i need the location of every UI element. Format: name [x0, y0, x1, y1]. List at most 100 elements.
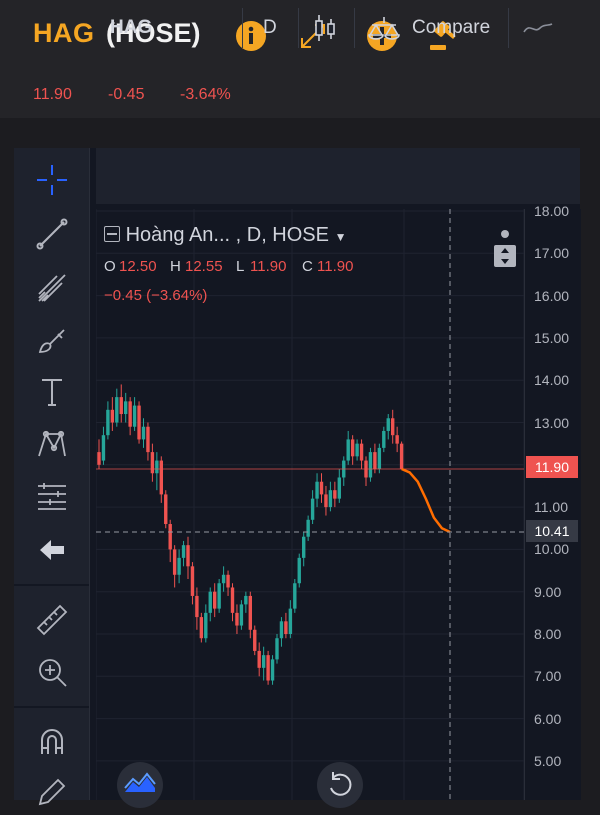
undo-button[interactable] — [317, 762, 363, 808]
price-tick-label: 8.00 — [534, 626, 562, 642]
last-price: 11.90 — [33, 86, 72, 103]
forecast-line — [401, 467, 451, 534]
candle-body — [168, 524, 172, 550]
indicators-button[interactable] — [522, 0, 554, 56]
price-tick-label: 15.00 — [534, 329, 570, 346]
candle-body — [213, 591, 217, 609]
ohlc-open-value: 12.50 — [119, 258, 157, 275]
candle-body — [204, 612, 208, 639]
back-arrow-icon[interactable] — [34, 532, 70, 568]
magnet-icon[interactable] — [34, 724, 70, 760]
price-tick-label: 16.00 — [534, 287, 570, 304]
crosshair-icon[interactable] — [34, 162, 70, 198]
text-icon[interactable] — [34, 374, 70, 410]
series-title: Hoàng An... , D, HOSE — [125, 224, 329, 246]
candle-body — [373, 452, 377, 470]
undo-icon — [330, 772, 352, 796]
candle-body — [159, 460, 163, 495]
candle-body — [324, 494, 328, 508]
candle-body — [315, 481, 319, 499]
candle-body — [391, 418, 395, 436]
candle-body — [275, 638, 279, 660]
candle-body — [172, 549, 177, 575]
candle-body — [137, 405, 141, 440]
scale-handle-icon[interactable] — [494, 245, 516, 267]
candle-body — [101, 435, 106, 461]
candle-body — [128, 401, 132, 427]
candle-body — [186, 545, 190, 567]
candle-body — [297, 557, 301, 584]
ohlc-low-label: L — [236, 258, 245, 275]
price-tick-label: 9.00 — [534, 583, 562, 600]
candle-body — [386, 418, 390, 431]
candle-body — [248, 595, 252, 630]
pitchfork-icon[interactable] — [34, 270, 70, 306]
compare-label: Compare — [412, 17, 491, 38]
candle-body — [368, 452, 373, 478]
collapse-legend-icon[interactable] — [104, 226, 120, 242]
ohlc-close-value: 11.90 — [317, 258, 354, 275]
price-change-percent: -3.64% — [180, 86, 231, 103]
candle-body — [359, 443, 364, 461]
pattern-icon[interactable] — [34, 426, 70, 462]
price-tick-label: 7.00 — [534, 668, 562, 685]
candle-body — [257, 650, 261, 668]
candle-body — [217, 583, 221, 609]
candle-body — [395, 435, 399, 444]
brush-icon[interactable] — [34, 322, 70, 358]
candle-body — [293, 583, 297, 609]
price-tick-label: 14.00 — [534, 372, 570, 389]
candle-body — [350, 439, 355, 457]
candle-body — [244, 595, 248, 605]
candle-body — [155, 460, 159, 474]
candle-body — [302, 536, 306, 558]
candle-body — [399, 443, 404, 470]
fib-retracement-icon[interactable] — [34, 478, 70, 514]
ohlc-close-label: C — [302, 258, 313, 275]
candle-body — [132, 405, 137, 427]
chart-style-button[interactable] — [117, 762, 163, 808]
price-tick-label: 13.00 — [534, 414, 570, 431]
candle-body — [146, 426, 150, 453]
trend-line-icon[interactable] — [34, 216, 70, 252]
pencil-lock-icon[interactable] — [34, 774, 70, 810]
candle-body — [319, 481, 324, 495]
candle-body — [284, 621, 288, 634]
price-tick-label: 17.00 — [534, 245, 570, 262]
compare-button[interactable]: Compare — [366, 0, 490, 56]
candle-body — [110, 409, 115, 423]
candle-body — [164, 494, 168, 525]
price-tick-label: 10.00 — [534, 541, 570, 558]
last-price-tag: 11.90 — [526, 456, 578, 478]
candle-body — [239, 604, 244, 626]
candle-body — [124, 401, 128, 415]
header-divider — [354, 8, 355, 48]
candle-body — [150, 452, 155, 474]
caret-down-icon[interactable]: ▼ — [335, 230, 347, 244]
candle-body — [181, 545, 186, 558]
toolbar-divider — [14, 584, 89, 586]
price-tick-label: 18.00 — [534, 203, 570, 219]
candle-body — [333, 490, 337, 499]
ruler-icon[interactable] — [34, 602, 70, 638]
ohlc-high-value: 12.55 — [185, 258, 223, 275]
price-change: -0.45 — [108, 86, 145, 103]
candle-body — [279, 621, 284, 639]
legend-change: −0.45 (−3.64%) — [104, 287, 208, 304]
candle-body — [328, 490, 333, 508]
candle-body — [270, 659, 275, 681]
chart-type-button[interactable] — [312, 0, 338, 56]
candle-body — [199, 617, 204, 639]
header-divider — [508, 8, 509, 48]
ohlc-open-label: O — [104, 258, 116, 275]
interval-button[interactable]: D — [263, 0, 277, 56]
zoom-in-icon[interactable] — [34, 654, 70, 690]
candle-body — [337, 477, 341, 499]
series-legend[interactable]: Hoàng An... , D, HOSE ▼ — [104, 224, 346, 247]
symbol-search-button[interactable]: HAG — [110, 0, 152, 56]
more-dot-icon[interactable] — [501, 230, 509, 238]
price-tick-label: 6.00 — [534, 710, 562, 727]
candle-body — [377, 447, 382, 470]
candle-body — [226, 574, 230, 588]
candle-body — [346, 439, 350, 461]
